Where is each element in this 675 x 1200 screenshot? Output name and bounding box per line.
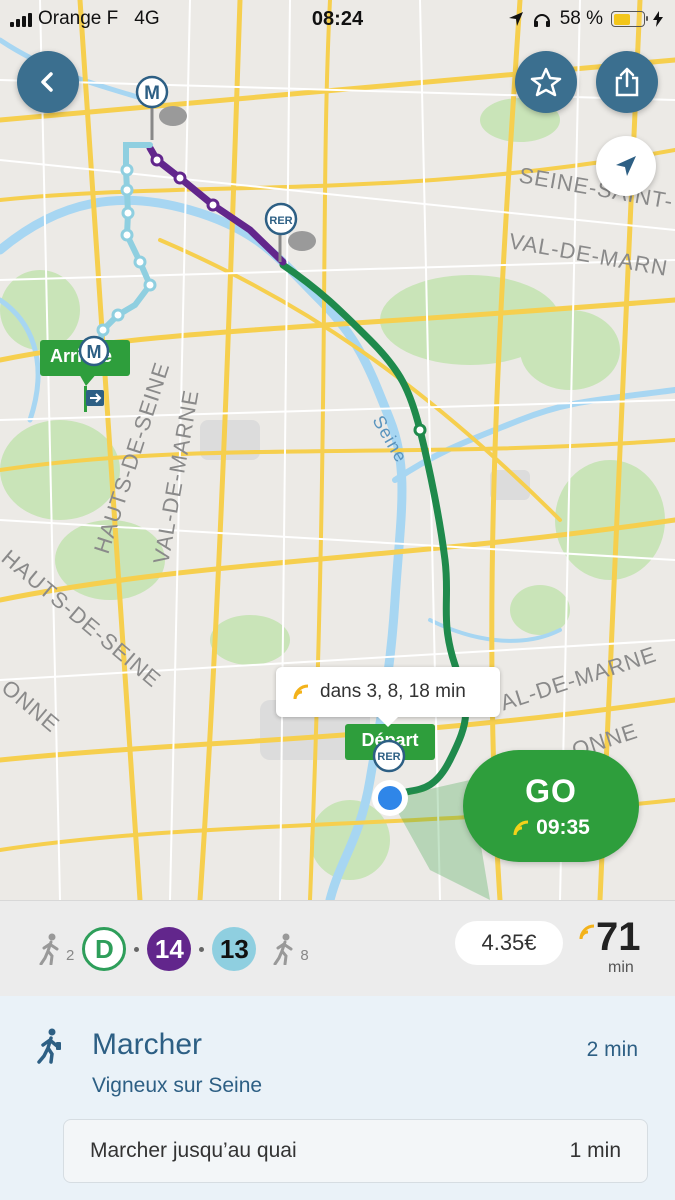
line-badge-14: 14: [147, 927, 192, 971]
location-arrow-icon: [616, 156, 636, 176]
departure-rer-icon: RER: [372, 739, 406, 773]
go-arrival-time: 09:35: [512, 816, 590, 840]
step-instruction[interactable]: Marcher jusqu’au quai 1 min: [63, 1119, 648, 1183]
line-badge-13: 13: [212, 927, 257, 971]
realtime-signal-icon: [293, 684, 309, 700]
realtime-departures-text: dans 3, 8, 18 min: [320, 681, 466, 702]
svg-text:M: M: [144, 83, 160, 104]
favorite-button[interactable]: [515, 51, 577, 113]
route-line-13: [93, 142, 154, 358]
share-button[interactable]: [596, 51, 658, 113]
current-location-dot: [378, 786, 402, 810]
walk-icon: [37, 1028, 61, 1064]
charging-bolt-icon: [653, 11, 663, 27]
go-button[interactable]: GO 09:35: [463, 750, 639, 862]
svg-text:RER: RER: [377, 751, 400, 763]
svg-text:M: M: [87, 342, 102, 362]
separator-dot: [134, 946, 140, 952]
go-label: GO: [525, 772, 577, 809]
walk-icon: [39, 933, 59, 965]
walk-icon: [273, 933, 293, 965]
map-label-seine: Seine: [369, 412, 412, 466]
share-icon: [615, 67, 639, 97]
go-time-text: 09:35: [536, 815, 590, 839]
headphones-icon: [533, 14, 550, 27]
battery-icon: [611, 11, 648, 27]
realtime-signal-icon: [513, 820, 529, 835]
location-services-icon: [508, 12, 523, 26]
fare-price: 4.35€: [455, 921, 563, 965]
separator-dot: [199, 946, 205, 952]
recenter-location-button[interactable]: [596, 136, 656, 196]
map-view[interactable]: SEINE-SAINT- VAL-DE-MARN Seine HAUTS-DE-…: [0, 0, 675, 900]
svg-text:RER: RER: [269, 215, 292, 227]
realtime-departures-bubble[interactable]: dans 3, 8, 18 min: [276, 667, 500, 727]
instruction-duration: 1 min: [569, 1139, 621, 1162]
map-label-val-de-marne-ne: VAL-DE-MARN: [507, 228, 670, 281]
step-detail[interactable]: Marcher 2 min Vigneux sur Seine Marcher …: [0, 996, 675, 1200]
walk-end-minutes: 8: [300, 946, 309, 964]
battery-percent: 58 %: [559, 8, 603, 29]
back-button[interactable]: [17, 51, 79, 113]
duration-value: 71: [596, 915, 641, 959]
walk-start-minutes: 2: [66, 946, 75, 964]
chevron-left-icon: [41, 72, 53, 92]
status-bar: Orange F 4G 08:24 58 %: [0, 0, 675, 38]
instruction-text: Marcher jusqu’au quai: [90, 1139, 297, 1162]
arrival-metro-icon: M: [78, 335, 110, 367]
duration-unit: min: [608, 959, 634, 976]
step-duration: 2 min: [586, 1038, 638, 1061]
realtime-signal-icon: [579, 924, 595, 940]
line-badge-rer-d: D: [82, 927, 127, 971]
arrival-flag-icon: [78, 372, 104, 412]
route-stop: [413, 423, 427, 437]
itinerary-summary[interactable]: 2 D 14 13 8 4.35€ 71 min: [0, 900, 675, 996]
itinerary-legs: 2 D 14 13 8: [38, 927, 309, 971]
star-icon: [530, 67, 562, 97]
step-title: Marcher: [92, 1028, 203, 1061]
step-location: Vigneux sur Seine: [92, 1074, 263, 1097]
